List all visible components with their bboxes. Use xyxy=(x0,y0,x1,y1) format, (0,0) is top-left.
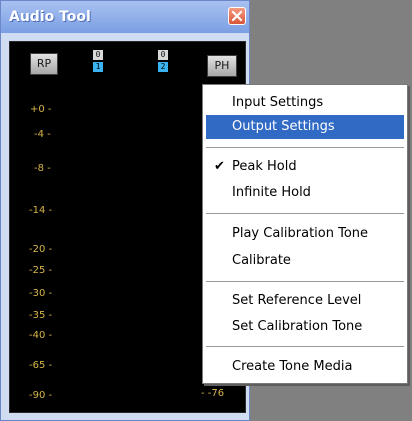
menu-item-label: Set Calibration Tone xyxy=(232,319,363,334)
menu-separator xyxy=(206,213,404,215)
close-button[interactable] xyxy=(228,7,246,25)
menu-item-output-settings[interactable]: Output Settings xyxy=(206,115,404,139)
right-scale-label: - -76 xyxy=(201,388,225,399)
menu-item-set-reference-level[interactable]: Set Reference Level xyxy=(206,289,404,313)
menu-item-label: Calibrate xyxy=(232,253,291,268)
scale-label: -65 - xyxy=(29,360,53,371)
scale-label: +0 - xyxy=(30,104,52,115)
scale-label: -25 - xyxy=(29,265,53,276)
checkmark-icon: ✔ xyxy=(214,159,225,174)
menu-item-input-settings[interactable]: Input Settings xyxy=(206,91,404,115)
menu-item-label: Peak Hold xyxy=(232,159,297,174)
scale-label: -35 - xyxy=(29,310,53,321)
menu-item-label: Set Reference Level xyxy=(232,293,362,308)
menu-item-calibrate[interactable]: Calibrate xyxy=(206,249,404,273)
menu-item-label: Input Settings xyxy=(232,95,324,110)
menu-item-infinite-hold[interactable]: Infinite Hold xyxy=(206,181,404,205)
context-menu: Input Settings Output Settings ✔ Peak Ho… xyxy=(202,84,408,384)
scale-label: -14 - xyxy=(29,205,53,216)
peak-hold-button[interactable]: PH xyxy=(207,55,237,77)
menu-item-label: Play Calibration Tone xyxy=(232,226,369,241)
scale-label: -20 - xyxy=(29,244,53,255)
channel-1-button[interactable]: 1 xyxy=(93,62,103,72)
menu-separator xyxy=(206,281,404,283)
menu-item-set-calibration-tone[interactable]: Set Calibration Tone xyxy=(206,315,404,339)
reset-peak-button[interactable]: RP xyxy=(30,53,58,75)
menu-item-label: Output Settings xyxy=(232,119,335,134)
window-title: Audio Tool xyxy=(9,9,91,25)
menu-item-label: Create Tone Media xyxy=(232,359,353,374)
scale-label: -8 - xyxy=(34,163,51,174)
menu-separator xyxy=(206,147,404,149)
scale-label: -90 - xyxy=(29,390,53,401)
menu-item-label: Infinite Hold xyxy=(232,185,311,200)
scale-label: -4 - xyxy=(34,129,51,140)
menu-item-play-calibration-tone[interactable]: Play Calibration Tone xyxy=(206,222,404,246)
close-icon xyxy=(231,10,243,22)
menu-item-peak-hold[interactable]: ✔ Peak Hold xyxy=(206,155,404,179)
channel-2-peak-readout: 0 xyxy=(158,50,168,60)
channel-2-button[interactable]: 2 xyxy=(158,62,168,72)
channel-1-peak-readout: 0 xyxy=(93,50,103,60)
scale-label: -40 - xyxy=(29,330,53,341)
menu-separator xyxy=(206,346,404,348)
menu-item-create-tone-media[interactable]: Create Tone Media xyxy=(206,355,404,379)
title-bar[interactable]: Audio Tool xyxy=(1,1,249,33)
scale-label: -30 - xyxy=(29,288,53,299)
